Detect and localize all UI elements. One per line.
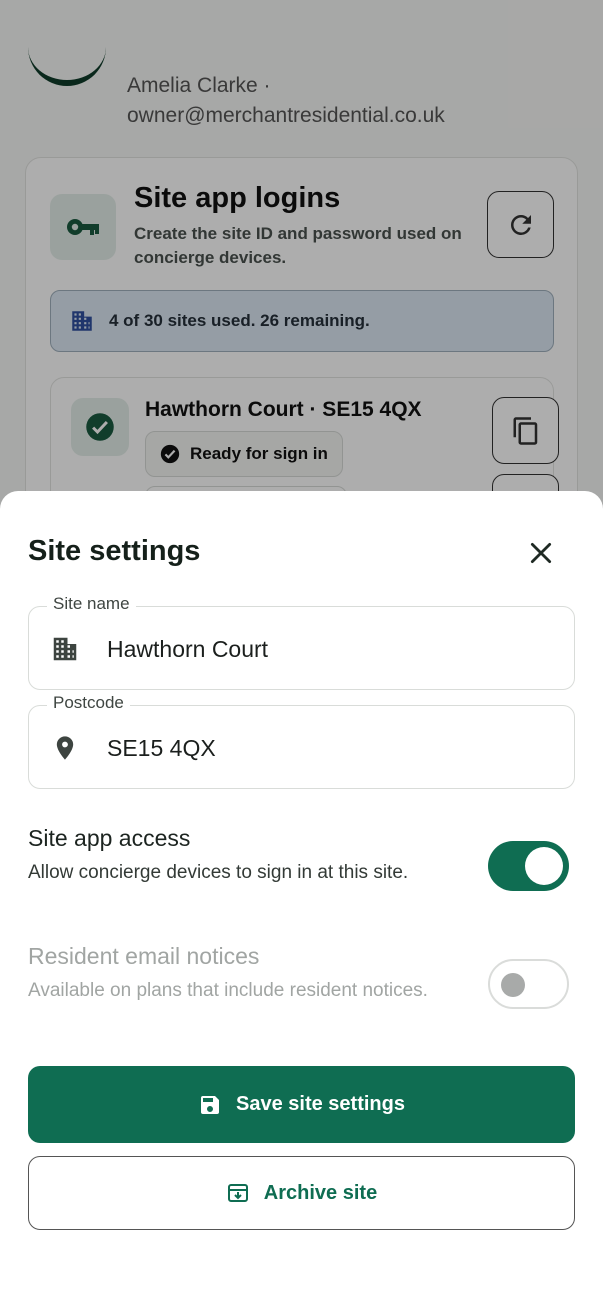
close-button[interactable] (521, 533, 561, 573)
archive-button-label: Archive site (263, 1181, 378, 1204)
site-name-label: Site name (47, 594, 136, 614)
archive-icon (227, 1184, 248, 1202)
resident-email-notices-description: Available on plans that include resident… (28, 980, 428, 1001)
site-app-access-title: Site app access (28, 825, 191, 851)
archive-site-button[interactable]: Archive site (28, 1156, 575, 1230)
postcode-label: Postcode (47, 693, 130, 713)
site-name-field: Site name (28, 594, 575, 690)
site-settings-sheet: Site settings Site name Postcode Site ap… (0, 491, 603, 1311)
site-app-access-description: Allow concierge devices to sign in at th… (28, 862, 409, 883)
postcode-input[interactable] (107, 726, 547, 770)
site-app-access-toggle[interactable] (488, 841, 569, 891)
save-button-label: Save site settings (236, 1093, 405, 1115)
resident-email-notices-toggle[interactable] (488, 959, 569, 1009)
postcode-field: Postcode (28, 693, 575, 789)
close-icon (530, 542, 552, 564)
resident-email-notices-row: Resident email notices Available on plan… (28, 943, 575, 1009)
location-pin-icon (49, 732, 81, 764)
save-icon (201, 1095, 220, 1114)
sheet-title: Site settings (28, 535, 201, 567)
toggle-knob (525, 847, 563, 885)
site-name-input[interactable] (107, 627, 547, 671)
save-site-settings-button[interactable]: Save site settings (28, 1066, 575, 1143)
resident-email-notices-title: Resident email notices (28, 943, 260, 969)
building-icon (49, 633, 81, 665)
toggle-knob (501, 973, 525, 997)
site-app-access-row: Site app access Allow concierge devices … (28, 825, 575, 891)
